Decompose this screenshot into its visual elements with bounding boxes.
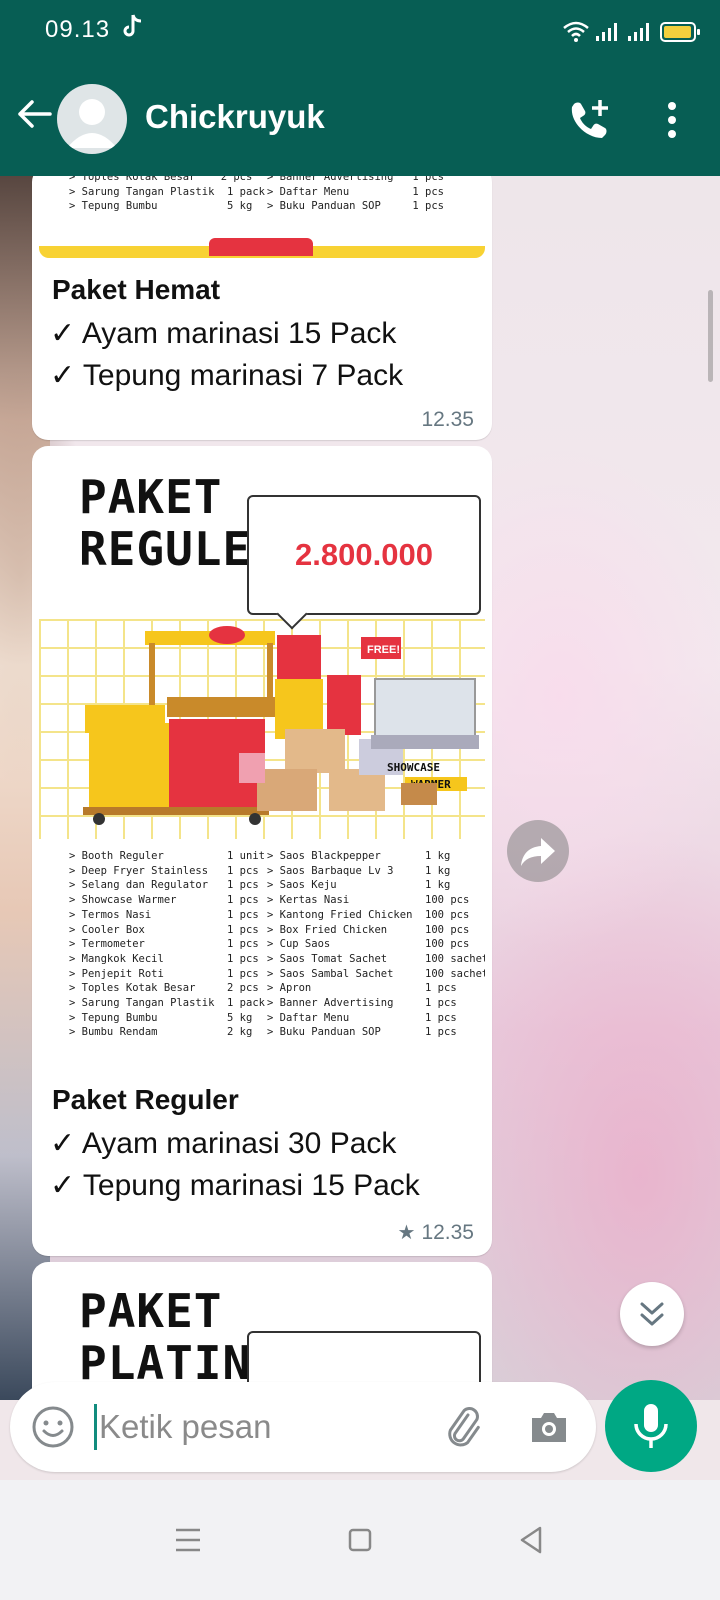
signal-icon [596,23,649,41]
poster-price: 2.800.000 [295,537,433,572]
poster-list-left: > Booth Reguler 1 unit > Deep Fryer Stai… [69,850,265,1039]
caption-line: ✓ Ayam marinasi 30 Pack [50,1127,397,1160]
paperclip-icon[interactable] [440,1404,486,1450]
poster-logo-badge [209,238,313,256]
caption-line: ✓ Tepung marinasi 7 Pack [50,359,404,392]
avatar[interactable] [57,84,127,154]
scrollbar[interactable] [708,290,713,382]
battery-icon [660,22,700,42]
showcase-label: SHOWCASE [387,761,440,774]
chat-messages[interactable]: > Toples Kotak Besar 2 pcs > Sarung Tang… [0,176,720,1400]
price-callout: 2.800.000 [247,495,481,615]
poster-image[interactable]: > Toples Kotak Besar 2 pcs > Sarung Tang… [39,176,485,258]
message-time: 12.35 [421,408,474,431]
message-time-text: 12.35 [421,1221,474,1244]
caption-title: Paket Reguler [52,1084,239,1115]
message-time: ★ 12.35 [398,1220,475,1245]
contact-name[interactable]: Chickruyuk [145,98,325,136]
share-forward-icon[interactable] [507,820,569,882]
poster-list-right: > Banner Advertising 1 pcs > Daftar Menu… [267,176,445,213]
signal-icons [562,20,662,47]
recent-apps-icon[interactable] [160,1512,216,1568]
message-bubble-paket-reguler[interactable]: PAKET REGULER 2.800.000 FREE! SHOWCASE >… [32,446,492,1256]
message-bubble-paket-hemat[interactable]: > Toples Kotak Besar 2 pcs > Sarung Tang… [32,176,492,440]
microphone-icon[interactable] [605,1380,697,1472]
poster-image[interactable]: PAKET REGULER 2.800.000 FREE! SHOWCASE >… [39,453,485,1071]
poster-image[interactable]: PAKET PLATINUM [39,1269,485,1400]
more-vertical-icon[interactable] [660,98,684,142]
camera-icon[interactable] [526,1404,572,1450]
double-chevron-down-icon[interactable] [620,1282,684,1346]
system-nav-bar [0,1480,720,1600]
caption-title: Paket Hemat [52,274,221,305]
product-illustration: FREE! SHOWCASE WARMER [83,626,479,825]
message-composer [10,1382,596,1472]
poster-list-right: > Saos Blackpepper 1 kg > Saos Barbaque … [267,850,485,1039]
status-bar: 09.13 [0,0,720,64]
message-input[interactable] [94,1404,424,1450]
home-square-icon[interactable] [332,1512,388,1568]
status-time: 09.13 [45,16,111,43]
caption-line: ✓ Tepung marinasi 15 Pack [50,1169,420,1202]
free-badge-text: FREE! [367,644,400,656]
caption-line: ✓ Ayam marinasi 15 Pack [50,317,397,350]
star-icon: ★ [397,1222,416,1244]
poster-list-left: > Toples Kotak Besar 2 pcs > Sarung Tang… [69,176,265,213]
chat-header: Chickruyuk [0,64,720,176]
arrow-left-icon[interactable] [14,94,54,134]
wifi-icon [563,21,589,37]
add-call-icon[interactable] [566,96,614,144]
message-bubble-paket-platinum[interactable]: PAKET PLATINUM [32,1262,492,1400]
emoji-icon[interactable] [30,1404,76,1450]
back-triangle-icon[interactable] [504,1512,560,1568]
tiktok-icon [122,14,144,47]
